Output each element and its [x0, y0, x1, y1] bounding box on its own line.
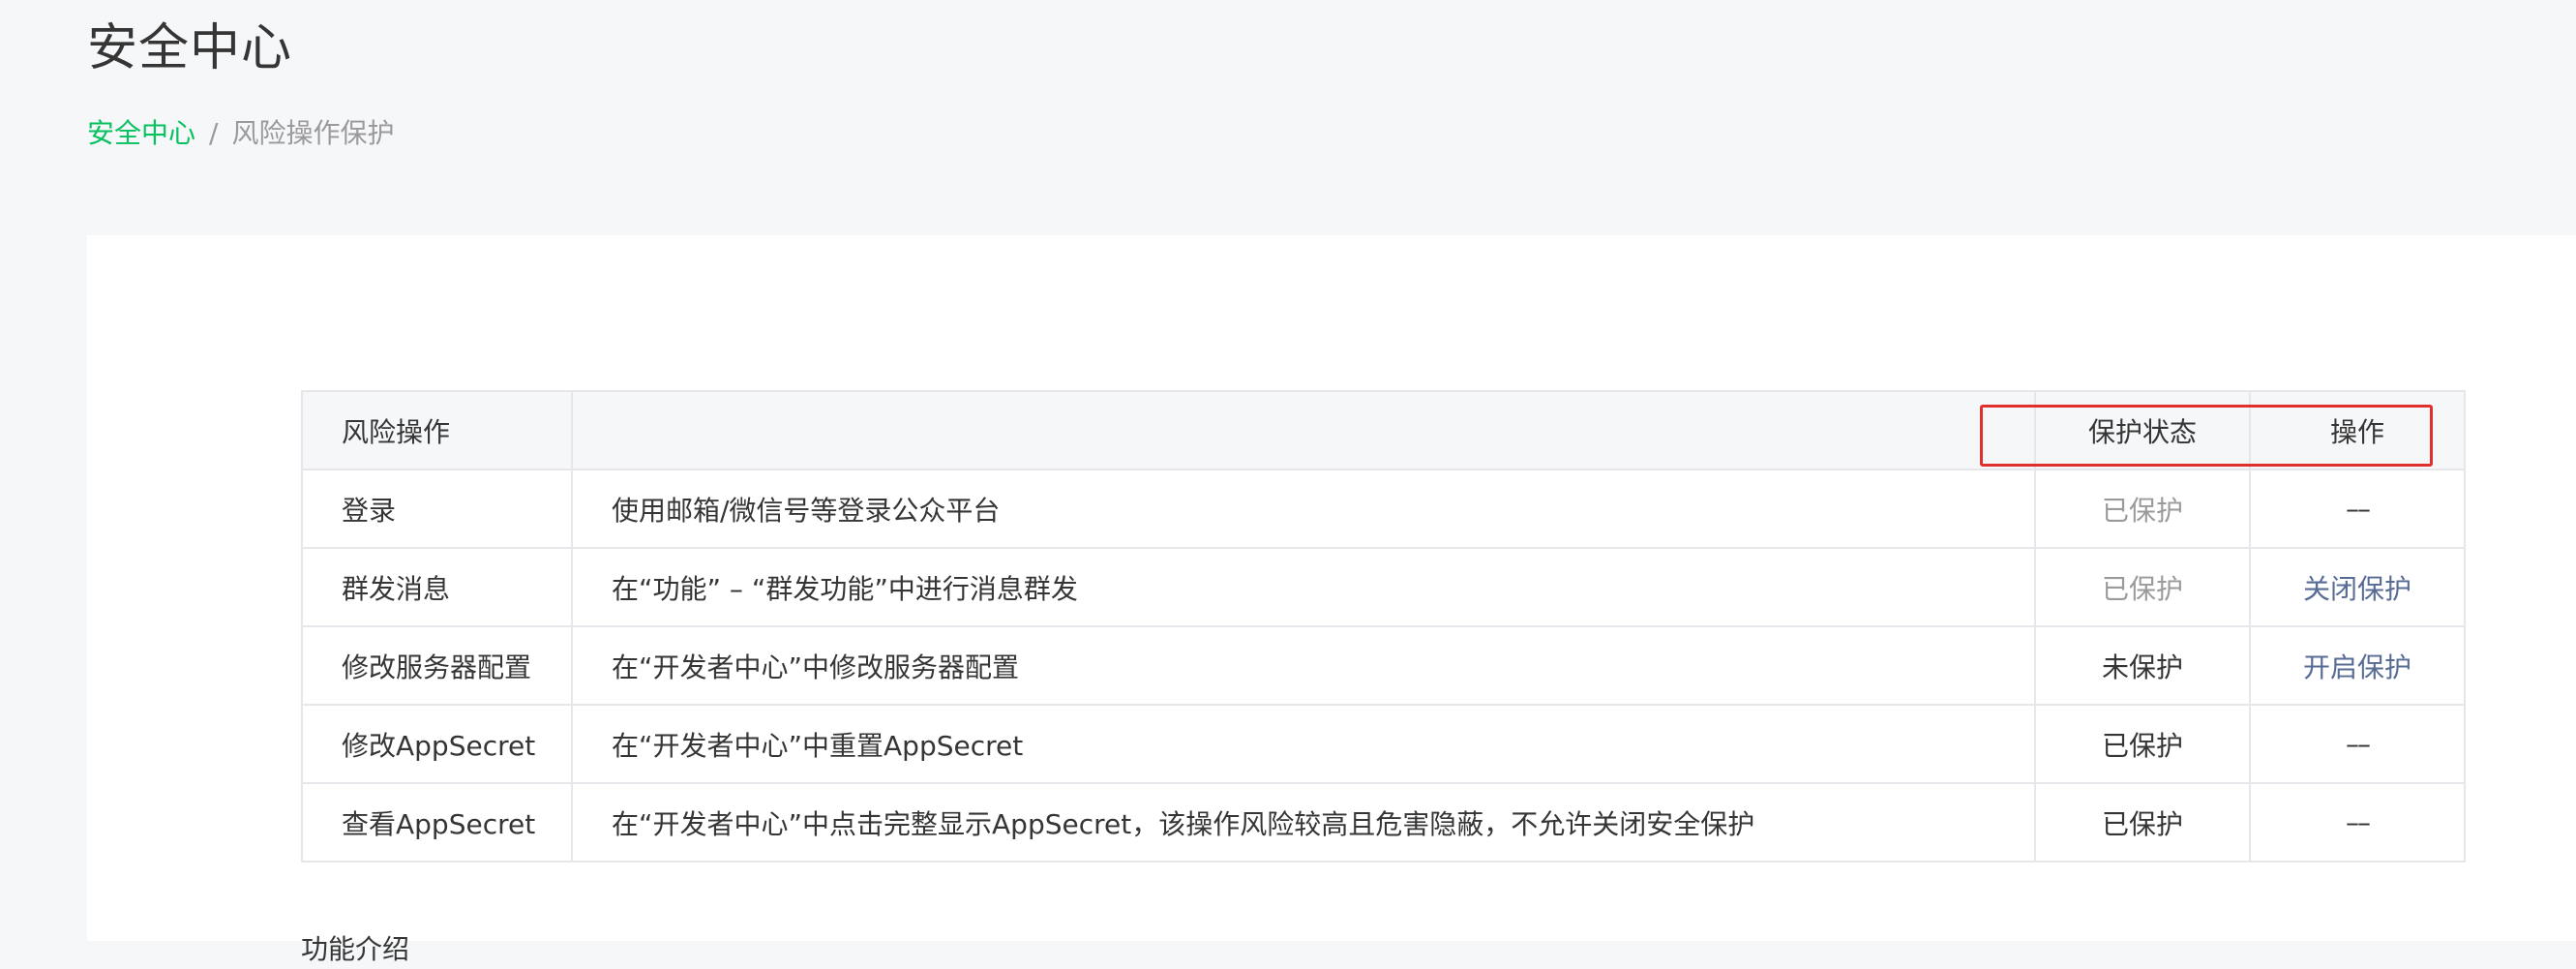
row-description: 在“开发者中心”中点击完整显示AppSecret，该操作风险较高且危害隐蔽，不允…	[571, 782, 2036, 863]
row-status: 未保护	[2034, 625, 2251, 706]
row-status: 已保护	[2034, 782, 2251, 863]
header-description	[571, 390, 2036, 470]
row-action-cell: 开启保护	[2249, 625, 2466, 706]
content-card: 风险操作 保护状态 操作 登录 使用邮箱/微信号等登录公众平台 已保护 –– 群…	[87, 235, 2576, 965]
row-action-cell: ––	[2249, 469, 2466, 549]
table-row: 修改AppSecret 在“开发者中心”中重置AppSecret 已保护 ––	[301, 704, 2466, 784]
row-status: 已保护	[2034, 547, 2251, 627]
row-action-cell: 关闭保护	[2249, 547, 2466, 627]
breadcrumb-home-link[interactable]: 安全中心	[87, 117, 195, 149]
table-header-row: 风险操作 保护状态 操作	[301, 390, 2466, 470]
row-status: 已保护	[2034, 704, 2251, 784]
disable-protection-link[interactable]: 关闭保护	[2303, 573, 2411, 605]
header-risk-operation: 风险操作	[301, 390, 573, 470]
row-description: 在“开发者中心”中重置AppSecret	[571, 704, 2036, 784]
header-action: 操作	[2249, 390, 2466, 470]
row-action-cell: ––	[2249, 782, 2466, 863]
row-description: 在“开发者中心”中修改服务器配置	[571, 625, 2036, 706]
row-action-placeholder: ––	[2346, 806, 2371, 838]
row-operation: 修改服务器配置	[301, 625, 573, 706]
table-row: 查看AppSecret 在“开发者中心”中点击完整显示AppSecret，该操作…	[301, 782, 2466, 863]
risk-operation-table: 风险操作 保护状态 操作 登录 使用邮箱/微信号等登录公众平台 已保护 –– 群…	[301, 390, 2466, 863]
row-action-cell: ––	[2249, 704, 2466, 784]
row-description: 在“功能” – “群发功能”中进行消息群发	[571, 547, 2036, 627]
row-action-placeholder: ––	[2346, 728, 2371, 760]
breadcrumb-current: 风险操作保护	[231, 117, 395, 149]
row-operation: 群发消息	[301, 547, 573, 627]
breadcrumb: 安全中心 / 风险操作保护	[87, 114, 394, 153]
row-operation: 查看AppSecret	[301, 782, 573, 863]
row-description: 使用邮箱/微信号等登录公众平台	[571, 469, 2036, 549]
table-row: 登录 使用邮箱/微信号等登录公众平台 已保护 ––	[301, 469, 2466, 549]
row-action-placeholder: ––	[2346, 493, 2371, 525]
row-operation: 修改AppSecret	[301, 704, 573, 784]
enable-protection-link[interactable]: 开启保护	[2303, 651, 2411, 683]
row-operation: 登录	[301, 469, 573, 549]
row-status: 已保护	[2034, 469, 2251, 549]
table-row: 群发消息 在“功能” – “群发功能”中进行消息群发 已保护 关闭保护	[301, 547, 2466, 627]
header-protection-status: 保护状态	[2034, 390, 2251, 470]
page-title: 安全中心	[87, 19, 293, 77]
breadcrumb-separator: /	[209, 117, 219, 149]
feature-intro-heading: 功能介绍	[301, 933, 410, 965]
table-row: 修改服务器配置 在“开发者中心”中修改服务器配置 未保护 开启保护	[301, 625, 2466, 706]
